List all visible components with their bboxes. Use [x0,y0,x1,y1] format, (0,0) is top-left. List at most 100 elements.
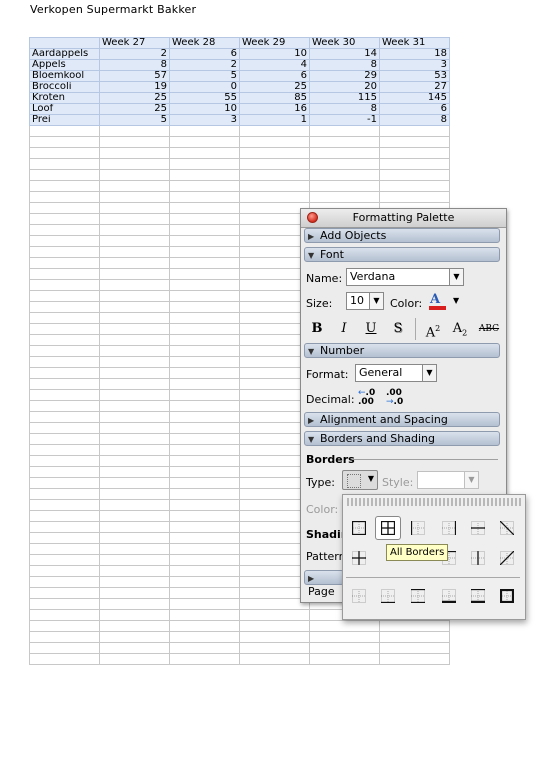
empty-cell[interactable] [99,158,170,170]
empty-cell[interactable] [169,598,240,610]
empty-cell[interactable] [99,455,170,467]
empty-cell[interactable] [169,147,240,159]
empty-cell[interactable] [239,411,310,423]
empty-cell[interactable] [169,620,240,632]
empty-cell[interactable] [29,125,100,137]
value-cell[interactable]: 14 [309,48,380,60]
value-cell[interactable]: 8 [379,114,450,126]
empty-cell[interactable] [99,257,170,269]
empty-cell[interactable] [169,411,240,423]
empty-cell[interactable] [379,147,450,159]
empty-cell[interactable] [309,620,380,632]
value-cell[interactable]: 20 [309,81,380,93]
empty-cell[interactable] [29,532,100,544]
empty-cell[interactable] [379,136,450,148]
empty-cell[interactable] [29,499,100,511]
empty-cell[interactable] [169,433,240,445]
empty-cell[interactable] [239,488,310,500]
value-cell[interactable]: 1 [239,114,310,126]
empty-cell[interactable] [99,444,170,456]
empty-cell[interactable] [239,576,310,588]
empty-cell[interactable] [239,389,310,401]
value-cell[interactable]: 6 [169,48,240,60]
value-cell[interactable]: 10 [239,48,310,60]
empty-cell[interactable] [29,433,100,445]
empty-cell[interactable] [29,653,100,665]
empty-cell[interactable] [169,499,240,511]
empty-cell[interactable] [169,202,240,214]
underline-button[interactable]: U [362,320,380,338]
value-cell[interactable]: 3 [379,59,450,71]
empty-cell[interactable] [29,422,100,434]
thick-bottom-border-icon[interactable] [442,589,456,603]
empty-cell[interactable] [169,125,240,137]
font-color-button[interactable]: A [428,292,448,310]
empty-cell[interactable] [239,422,310,434]
top-thick-bottom-border-icon[interactable] [471,589,485,603]
value-cell[interactable]: 85 [239,92,310,104]
empty-cell[interactable] [169,169,240,181]
empty-cell[interactable] [29,180,100,192]
section-page[interactable]: ▶ Page [304,570,344,598]
empty-cell[interactable] [99,477,170,489]
empty-cell[interactable] [379,653,450,665]
empty-cell[interactable] [169,477,240,489]
empty-cell[interactable] [239,235,310,247]
empty-cell[interactable] [29,400,100,412]
value-cell[interactable]: 8 [309,103,380,115]
empty-cell[interactable] [29,587,100,599]
empty-cell[interactable] [239,466,310,478]
all-borders-icon[interactable] [375,516,401,540]
value-cell[interactable]: -1 [309,114,380,126]
value-cell[interactable]: 16 [239,103,310,115]
empty-cell[interactable] [99,180,170,192]
empty-cell[interactable] [239,642,310,654]
empty-cell[interactable] [99,411,170,423]
value-cell[interactable]: 5 [169,70,240,82]
empty-cell[interactable] [169,312,240,324]
font-color-dropdown-icon[interactable]: ▼ [453,296,459,305]
empty-cell[interactable] [169,356,240,368]
empty-cell[interactable] [239,631,310,643]
empty-cell[interactable] [169,488,240,500]
value-cell[interactable]: 6 [239,70,310,82]
empty-cell[interactable] [29,235,100,247]
empty-cell[interactable] [29,598,100,610]
empty-cell[interactable] [99,224,170,236]
empty-cell[interactable] [169,345,240,357]
empty-cell[interactable] [29,620,100,632]
empty-cell[interactable] [99,499,170,511]
empty-cell[interactable] [169,565,240,577]
increase-decimal-icon[interactable]: ←.0.00 [358,389,378,407]
empty-cell[interactable] [239,323,310,335]
empty-cell[interactable] [239,345,310,357]
empty-cell[interactable] [169,246,240,258]
empty-cell[interactable] [169,301,240,313]
subscript-button[interactable]: A2 [451,320,469,338]
empty-cell[interactable] [99,301,170,313]
empty-cell[interactable] [379,158,450,170]
empty-cell[interactable] [29,642,100,654]
empty-cell[interactable] [99,334,170,346]
empty-cell[interactable] [99,367,170,379]
empty-cell[interactable] [99,323,170,335]
value-cell[interactable]: 27 [379,81,450,93]
empty-cell[interactable] [239,477,310,489]
empty-cell[interactable] [239,136,310,148]
empty-cell[interactable] [309,136,380,148]
empty-cell[interactable] [29,334,100,346]
value-cell[interactable]: 145 [379,92,450,104]
top-bottom-border-icon[interactable] [411,589,425,603]
empty-cell[interactable] [169,268,240,280]
diagonal-down-border-icon[interactable] [500,521,514,535]
empty-cell[interactable] [99,125,170,137]
value-cell[interactable]: 55 [169,92,240,104]
shadow-button[interactable]: S [389,320,407,338]
empty-cell[interactable] [29,411,100,423]
value-cell[interactable]: 8 [99,59,170,71]
popup-drag-handle[interactable] [347,498,521,506]
empty-cell[interactable] [169,279,240,291]
thick-box-border-icon[interactable] [500,589,514,603]
empty-cell[interactable] [169,180,240,192]
empty-cell[interactable] [29,224,100,236]
